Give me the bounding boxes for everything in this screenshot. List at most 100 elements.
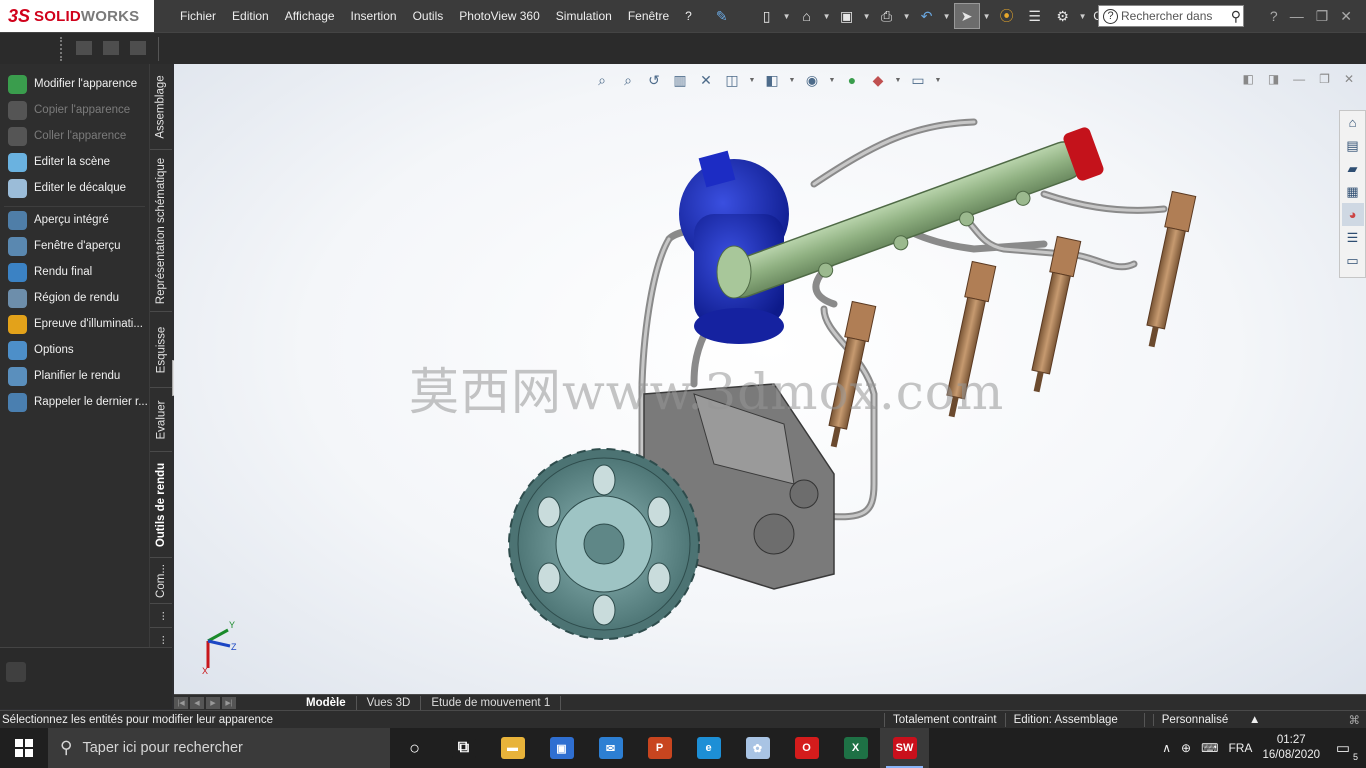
menu-affichage[interactable]: Affichage [277, 9, 343, 23]
vertical-tab-5[interactable]: Com... [150, 558, 172, 604]
toolbar-grip[interactable] [60, 37, 64, 61]
command-12[interactable]: Rappeler le dernier r... [0, 389, 149, 415]
next-tab-icon[interactable]: ▶ [206, 696, 220, 709]
custom-properties-icon[interactable]: ☰ [1342, 226, 1364, 249]
paint-app-icon[interactable]: ✿ [733, 728, 782, 768]
options-dropdown-icon[interactable]: ▼ [1078, 3, 1088, 29]
traffic-light-icon[interactable]: ⦿ [994, 3, 1020, 29]
save-icon[interactable]: ▣ [834, 3, 860, 29]
opera-app-icon[interactable]: O [782, 728, 831, 768]
vertical-tab-2[interactable]: Esquisse [150, 312, 172, 388]
clock[interactable]: 01:27 16/08/2020 [1262, 733, 1320, 763]
vertical-tab-6[interactable]: ... [150, 604, 172, 628]
menu-outils[interactable]: Outils [405, 9, 452, 23]
command-5[interactable]: Aperçu intégré [0, 207, 149, 233]
print-dropdown-icon[interactable]: ▼ [902, 3, 912, 29]
menu-simulation[interactable]: Simulation [548, 9, 620, 23]
powerpoint-app-icon[interactable]: P [635, 728, 684, 768]
command-label: Fenêtre d'aperçu [34, 240, 121, 252]
undo-dropdown-icon[interactable]: ▼ [942, 3, 952, 29]
mail-icon: ✉ [598, 737, 623, 759]
show-hidden-icons-icon[interactable]: ∧ [1162, 741, 1171, 755]
undo-icon[interactable]: ↶ [914, 3, 940, 29]
command-0[interactable]: Modifier l'apparence [0, 71, 149, 97]
open-folder-icon[interactable]: ⌂ [794, 3, 820, 29]
solidworks-logo[interactable]: 3S SOLIDWORKS [0, 0, 154, 32]
menu-edition[interactable]: Edition [224, 9, 277, 23]
design-library-icon[interactable]: ▤ [1342, 134, 1364, 157]
bottom-tab-0[interactable]: Modèle [296, 695, 357, 710]
close-icon[interactable]: ✕ [1340, 8, 1352, 25]
task-pane: ⌂ ▤ ▰ ▦ ◕ ☰ ▭ [1339, 110, 1366, 278]
feature-tree-icon[interactable] [6, 662, 26, 682]
cortana-icon[interactable]: ○ [390, 728, 439, 768]
command-10[interactable]: Options [0, 337, 149, 363]
command-4[interactable]: Editer le décalque [0, 175, 149, 201]
file-explorer-icon[interactable]: ▰ [1342, 157, 1364, 180]
feature-tree-collapsed [0, 647, 172, 709]
taskbar-search-input[interactable]: Taper ici pour rechercher [82, 740, 242, 756]
input-method-icon[interactable]: ⌨ [1201, 741, 1218, 755]
units-selector[interactable]: Personnalisé ▲ [1143, 712, 1269, 727]
command-7[interactable]: Rendu final [0, 259, 149, 285]
mail-app-icon[interactable]: ✉ [586, 728, 635, 768]
appearances-icon[interactable]: ◕ [1341, 203, 1364, 226]
system-tray: ∧ ⊕ ⌨ FRA 01:27 16/08/2020 ▭ 5 [1162, 728, 1366, 768]
prev-tab-icon[interactable]: ◀ [190, 696, 204, 709]
excel-app-icon[interactable]: X [831, 728, 880, 768]
task-view-app-icon[interactable]: ⧉ [439, 728, 488, 768]
rebuild-icon[interactable]: ⌘ [1349, 713, 1361, 727]
edge-app-icon[interactable]: e [684, 728, 733, 768]
bottom-tab-1[interactable]: Vues 3D [357, 695, 422, 710]
menu-photoview[interactable]: PhotoView 360 [451, 9, 548, 23]
taskbar-search[interactable]: ⚲ Taper ici pour rechercher [48, 728, 390, 768]
select-cursor-icon[interactable]: ➤ [953, 3, 980, 29]
menu-insertion[interactable]: Insertion [343, 9, 405, 23]
print-icon[interactable]: ⎙ [874, 3, 900, 29]
command-6[interactable]: Fenêtre d'aperçu [0, 233, 149, 259]
vertical-tab-1[interactable]: Représentation schématique [150, 150, 172, 312]
bottom-tab-2[interactable]: Etude de mouvement 1 [421, 695, 562, 710]
home-icon[interactable]: ⌂ [1342, 111, 1364, 134]
open-dropdown-icon[interactable]: ▼ [822, 3, 832, 29]
new-dropdown-icon[interactable]: ▼ [782, 3, 792, 29]
save-dropdown-icon[interactable]: ▼ [862, 3, 872, 29]
menu-help[interactable]: ? [677, 9, 700, 23]
forum-icon[interactable]: ▭ [1342, 249, 1364, 272]
file-explorer-app-icon[interactable]: ▬ [488, 728, 537, 768]
search-input[interactable]: Rechercher dans [1121, 9, 1212, 23]
vertical-tab-3[interactable]: Evaluer [150, 388, 172, 452]
status-bar: Sélectionnez les entités pour modifier l… [0, 710, 1366, 728]
restore-icon[interactable]: ❐ [1316, 8, 1329, 25]
command-9[interactable]: Epreuve d'illuminati... [0, 311, 149, 337]
taskbar-apps: ⧉ ▬ ▣ ✉ Pe ✿ O X SW [439, 728, 929, 768]
command-3[interactable]: Editer la scène [0, 149, 149, 175]
options-gear-icon[interactable]: ⚙ [1050, 3, 1076, 29]
notifications-icon[interactable]: ▭ 5 [1330, 738, 1358, 762]
tab-navigation: |◀ ◀ ▶ ▶| [174, 696, 236, 709]
vertical-tab-4[interactable]: Outils de rendu [150, 452, 172, 558]
solidworks-app-icon[interactable]: SW [880, 728, 929, 768]
triad-z-label: Z [231, 642, 237, 652]
start-button[interactable] [0, 728, 48, 768]
last-tab-icon[interactable]: ▶| [222, 696, 236, 709]
language-indicator[interactable]: FRA [1228, 741, 1252, 755]
select-dropdown-icon[interactable]: ▼ [982, 3, 992, 29]
store-app-icon[interactable]: ▣ [537, 728, 586, 768]
first-tab-icon[interactable]: |◀ [174, 696, 188, 709]
network-icon[interactable]: ⊕ [1181, 741, 1191, 755]
file-properties-icon[interactable]: ☰ [1022, 3, 1048, 29]
menu-fenetre[interactable]: Fenêtre [620, 9, 677, 23]
minimize-icon[interactable]: — [1290, 8, 1304, 24]
search-icon[interactable]: ⚲ [1231, 8, 1243, 25]
help-icon[interactable]: ? [1270, 8, 1278, 24]
vertical-tab-0[interactable]: Assemblage [150, 64, 172, 150]
menu-fichier[interactable]: Fichier [172, 9, 224, 23]
search-box[interactable]: ? Rechercher dans ⚲ [1098, 5, 1244, 27]
graphics-area[interactable]: ⌕ ⌕ ↺ ▥ ✕ ◫ ▼ ◧ ▼ ◉ ▼ ● ◆ ▼ ▭ ▼ ◧ ◨ — ❐ … [174, 64, 1366, 694]
new-document-icon[interactable]: ▯ [754, 3, 780, 29]
command-11[interactable]: Planifier le rendu [0, 363, 149, 389]
view-palette-icon[interactable]: ▦ [1342, 180, 1364, 203]
pin-icon[interactable]: ✎ [716, 8, 728, 25]
command-8[interactable]: Région de rendu [0, 285, 149, 311]
